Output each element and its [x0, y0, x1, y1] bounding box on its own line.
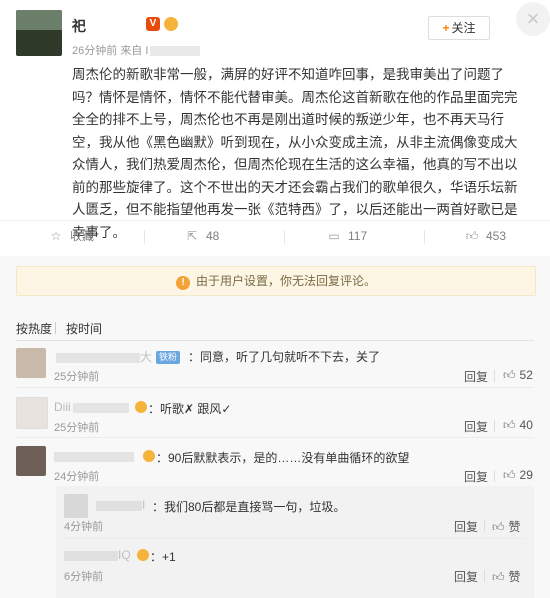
verified-v-icon: V — [146, 17, 160, 31]
medal-icon — [135, 401, 147, 413]
commenter-name[interactable] — [54, 449, 134, 463]
commenter-avatar[interactable] — [16, 397, 48, 429]
favorite-label: 收藏 — [70, 229, 95, 243]
comment-count: 117 — [348, 229, 368, 243]
close-icon[interactable]: × — [516, 2, 550, 36]
thumbs-up-icon: 👍︎ — [492, 570, 505, 584]
comment-like-count: 29 — [519, 468, 533, 482]
like-label: 赞 — [508, 520, 521, 534]
comment-time: 25分钟前 — [54, 422, 100, 434]
comment-like-count: 52 — [519, 368, 533, 382]
thumbs-up-icon: 👍︎ — [492, 520, 505, 534]
reply-button[interactable]: 回复 — [454, 568, 478, 585]
fan-tag: 铁粉 — [156, 351, 181, 365]
weibo-post: 祀 V 26分钟前 来自 I + 关注 × 周杰伦的新歌非常一般，满屏的好评不知道… — [0, 0, 550, 256]
comments-section: ! 由于用户设置，你无法回复评论。 按热度 按时间 大铁粉 ：同意，听了几句就听不… — [0, 256, 550, 598]
comment-icon: ▭ — [328, 229, 340, 243]
favorite-button[interactable]: ☆ 收藏 — [48, 221, 94, 251]
like-button[interactable]: 👍︎ 453 — [464, 221, 506, 251]
comment-text: ：听歌✗ 跟风✓ — [148, 402, 232, 416]
comment-like-button[interactable]: 👍︎ 52 — [503, 368, 533, 383]
sub-comment-text: ：+1 — [150, 550, 176, 564]
notice-text: 由于用户设置，你无法回复评论。 — [195, 274, 376, 288]
reply-button[interactable]: 回复 — [464, 468, 488, 485]
sub-comment-like-button[interactable]: 👍︎ 赞 — [492, 518, 521, 535]
sub-commenter-name[interactable]: IQ — [64, 548, 131, 562]
sort-by-hot[interactable]: 按热度 — [16, 320, 52, 337]
comment-time: 24分钟前 — [54, 471, 100, 483]
like-count: 453 — [486, 229, 507, 243]
like-label: 赞 — [508, 570, 521, 584]
follow-label: 关注 — [451, 21, 476, 35]
author-avatar[interactable] — [16, 10, 62, 56]
commenter-name-tail: 大 — [140, 350, 153, 364]
reply-disabled-notice: ! 由于用户设置，你无法回复评论。 — [16, 266, 536, 296]
medal-icon — [143, 450, 155, 462]
sort-by-time[interactable]: 按时间 — [66, 320, 102, 337]
post-meta: 26分钟前 来自 I — [72, 42, 201, 58]
sub-comment-like-button[interactable]: 👍︎ 赞 — [492, 568, 521, 585]
comment-like-count: 40 — [519, 418, 533, 432]
repost-count: 48 — [206, 229, 220, 243]
comment-text: ：90后默默表示，是的……没有单曲循环的欲望 — [156, 451, 410, 465]
commenter-avatar[interactable] — [16, 446, 46, 476]
commenter-avatar[interactable] — [16, 348, 46, 378]
commenter-name[interactable]: Diii — [54, 400, 129, 414]
star-icon: ☆ — [50, 229, 62, 243]
thumbs-up-icon: 👍︎ — [503, 418, 516, 432]
warning-icon: ! — [175, 276, 190, 290]
commenter-name[interactable]: 大铁粉 — [56, 348, 181, 365]
medal-icon — [164, 17, 178, 31]
thumbs-up-icon: 👍︎ — [465, 229, 479, 243]
author-name[interactable]: 祀 — [72, 16, 86, 36]
post-body: 周杰伦的新歌非常一般，满屏的好评不知道咋回事，是我审美出了问题了吗？情怀是情怀，… — [72, 67, 518, 240]
post-action-bar: ☆ 收藏 ⇱ 48 ▭ 117 👍︎ 453 — [0, 220, 550, 251]
sub-comment-list: I ：我们80后都是直接骂一句，垃圾。 4分钟前 回复 👍︎ 赞 IQ ：+1 6… — [56, 486, 534, 598]
post-time[interactable]: 26分钟前 — [72, 45, 117, 57]
thumbs-up-icon: 👍︎ — [503, 368, 516, 382]
comment-text: ：同意，听了几句就听不下去，关了 — [188, 350, 381, 364]
reply-button[interactable]: 回复 — [454, 518, 478, 535]
sub-commenter-name[interactable]: I — [96, 498, 145, 512]
medal-icon — [137, 549, 149, 561]
comment-button[interactable]: ▭ 117 — [326, 221, 367, 251]
follow-button[interactable]: + 关注 — [428, 16, 490, 40]
reply-button[interactable]: 回复 — [464, 368, 488, 385]
sub-comment-time: 6分钟前 — [64, 571, 104, 583]
sub-comment-time: 4分钟前 — [64, 521, 104, 533]
post-source: 来自 I — [120, 45, 149, 57]
comment-time: 25分钟前 — [54, 371, 100, 383]
comment-like-button[interactable]: 👍︎ 40 — [503, 418, 533, 433]
plus-icon: + — [442, 21, 450, 35]
sub-commenter-avatar[interactable] — [64, 494, 88, 518]
sub-comment-text: ：我们80后都是直接骂一句，垃圾。 — [152, 500, 346, 514]
thumbs-up-icon: 👍︎ — [503, 468, 516, 482]
repost-button[interactable]: ⇱ 48 — [184, 221, 219, 251]
reply-button[interactable]: 回复 — [464, 418, 488, 435]
repost-icon: ⇱ — [186, 229, 198, 243]
comment-like-button[interactable]: 👍︎ 29 — [503, 468, 533, 483]
